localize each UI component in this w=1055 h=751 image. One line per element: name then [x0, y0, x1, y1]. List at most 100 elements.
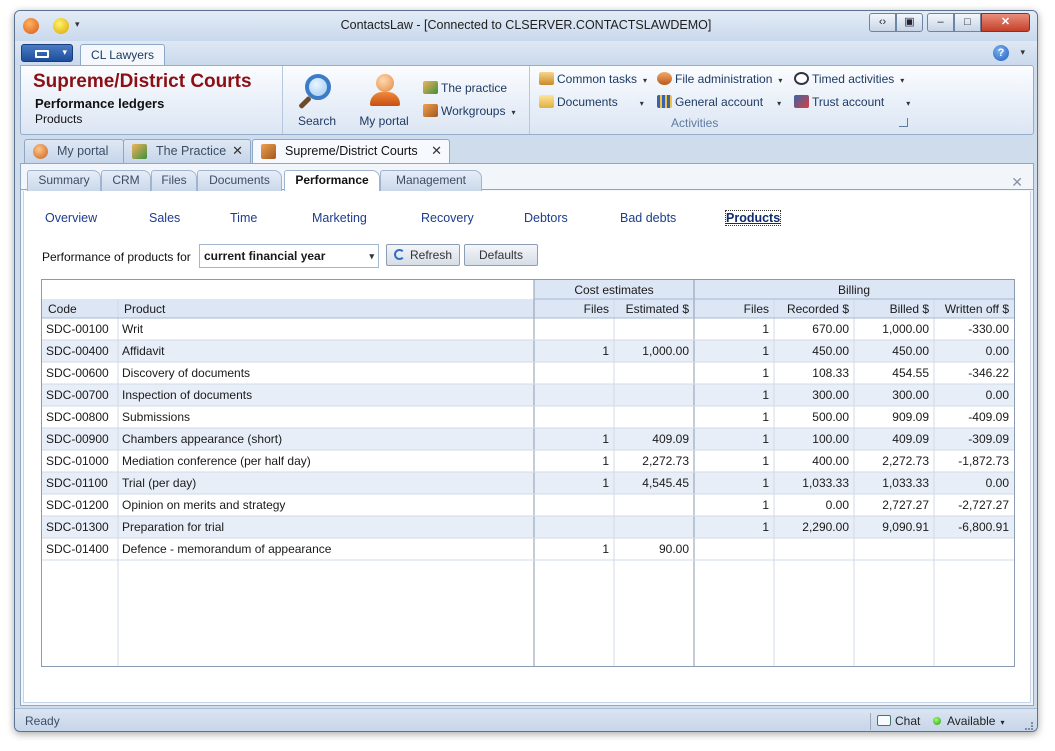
clock-icon: [794, 72, 809, 85]
table-cell: 300.00: [892, 388, 929, 402]
sub-tab-documents[interactable]: Documents: [197, 170, 282, 191]
table-cell: 1: [762, 476, 769, 490]
table-cell: Mediation conference (per half day): [122, 454, 311, 468]
nav-bad-debts[interactable]: Bad debts: [620, 211, 676, 225]
table-cell: 450.00: [812, 344, 849, 358]
doc-tab-my-portal[interactable]: My portal: [24, 139, 124, 163]
table-cell: 1: [762, 498, 769, 512]
table-cell: SDC-00100: [46, 322, 109, 336]
status-bar: Ready Chat Available ▾: [15, 708, 1037, 731]
sub-tabs: Summary CRM Files Documents Performance …: [21, 168, 1033, 192]
table-cell: SDC-01400: [46, 542, 109, 556]
table-cell: 2,272.73: [642, 454, 689, 468]
context-page: Products: [35, 112, 83, 126]
table-cell: SDC-00900: [46, 432, 109, 446]
nav-recovery[interactable]: Recovery: [421, 211, 474, 225]
availability-button[interactable]: Available ▾: [933, 714, 1005, 728]
refresh-button[interactable]: Refresh: [386, 244, 460, 266]
search-button[interactable]: Search: [289, 70, 345, 130]
group-header-billing: Billing: [838, 283, 870, 297]
dialog-launcher-icon[interactable]: [899, 118, 908, 127]
sub-tab-files[interactable]: Files: [151, 170, 197, 191]
ledger-icon: [657, 95, 672, 108]
timed-activities-button[interactable]: Timed activities ▾: [794, 69, 904, 89]
context-header: Supreme/District Courts Performance ledg…: [21, 66, 283, 134]
trust-account-button[interactable]: Trust account ▾: [794, 92, 910, 112]
restore-layout-icon[interactable]: ▣: [896, 13, 923, 32]
defaults-button[interactable]: Defaults: [464, 244, 538, 266]
table-cell: 1: [762, 344, 769, 358]
ribbon-tab-cl-lawyers[interactable]: CL Lawyers: [80, 44, 165, 66]
table-cell: 1: [762, 322, 769, 336]
documents-button[interactable]: Documents ▾: [539, 92, 644, 112]
close-icon[interactable]: ✕: [1011, 174, 1023, 191]
table-cell: 100.00: [812, 432, 849, 446]
table-cell: -309.09: [968, 432, 1009, 446]
column-header: Recorded $: [787, 302, 849, 316]
doc-tab-the-practice[interactable]: The Practice ✕: [123, 139, 251, 163]
table-cell: 4,545.45: [642, 476, 689, 490]
nav-overview[interactable]: Overview: [45, 211, 97, 225]
table-cell: SDC-01100: [46, 476, 108, 490]
table-cell: Preparation for trial: [122, 520, 224, 534]
table-cell: Inspection of documents: [122, 388, 252, 402]
application-window: ▾ ContactsLaw - [Connected to CLSERVER.C…: [14, 10, 1038, 732]
minimize-button[interactable]: –: [927, 13, 954, 32]
table-cell: 500.00: [812, 410, 849, 424]
table-cell: 90.00: [659, 542, 689, 556]
table-cell: 9,090.91: [882, 520, 929, 534]
table-cell: SDC-01300: [46, 520, 109, 534]
table-cell: SDC-00600: [46, 366, 109, 380]
table-cell: 0.00: [826, 498, 850, 512]
chat-button[interactable]: Chat: [877, 714, 920, 728]
close-tab-icon[interactable]: ✕: [431, 140, 442, 162]
close-button[interactable]: ✕: [981, 13, 1030, 32]
workgroups-button[interactable]: Workgroups ▾: [423, 101, 516, 121]
help-dropdown-icon[interactable]: ▾: [1020, 47, 1025, 58]
nav-sales[interactable]: Sales: [149, 211, 180, 225]
table-cell: 1: [602, 454, 609, 468]
table-cell: 450.00: [892, 344, 929, 358]
period-select[interactable]: current financial year ▾: [199, 244, 379, 268]
sub-tab-crm[interactable]: CRM: [101, 170, 151, 191]
table-cell: 300.00: [812, 388, 849, 402]
table-cell: 108.33: [812, 366, 849, 380]
period-value: current financial year: [204, 249, 326, 263]
help-icon[interactable]: ?: [993, 45, 1009, 61]
nav-marketing[interactable]: Marketing: [312, 211, 367, 225]
table-cell: 1: [762, 432, 769, 446]
the-practice-button[interactable]: The practice: [423, 78, 507, 98]
table-cell: 1: [762, 520, 769, 534]
table-cell: 1: [762, 454, 769, 468]
code-view-icon[interactable]: ‹›: [869, 13, 896, 32]
column-header: Files: [584, 302, 609, 316]
home-icon: [539, 72, 554, 85]
sub-tab-management[interactable]: Management: [380, 170, 482, 191]
sub-tab-summary[interactable]: Summary: [27, 170, 101, 191]
table-cell: Submissions: [122, 410, 190, 424]
maximize-button[interactable]: □: [954, 13, 981, 32]
nav-products[interactable]: Products: [724, 210, 782, 226]
table-cell: 1,033.33: [882, 476, 929, 490]
column-header: Files: [744, 302, 769, 316]
table-cell: SDC-00400: [46, 344, 109, 358]
doc-tab-supreme-district-courts[interactable]: Supreme/District Courts ✕: [252, 139, 450, 164]
table-cell: -1,872.73: [958, 454, 1009, 468]
file-administration-button[interactable]: File administration ▾: [657, 69, 782, 89]
nav-time[interactable]: Time: [230, 211, 257, 225]
table-cell: 670.00: [812, 322, 849, 336]
close-tab-icon[interactable]: ✕: [232, 140, 243, 162]
table-cell: -330.00: [968, 322, 1009, 336]
performance-content: Overview Sales Time Marketing Recovery D…: [23, 191, 1031, 703]
my-portal-button[interactable]: My portal: [353, 70, 415, 130]
table-cell: 1,000.00: [882, 322, 929, 336]
common-tasks-button[interactable]: Common tasks ▾: [539, 69, 647, 89]
table-cell: 1: [762, 388, 769, 402]
resize-grip[interactable]: [1025, 722, 1033, 730]
nav-debtors[interactable]: Debtors: [524, 211, 568, 225]
general-account-button[interactable]: General account ▾: [657, 92, 781, 112]
sub-tab-performance[interactable]: Performance: [284, 170, 380, 192]
user-icon: [376, 74, 394, 92]
application-menu-button[interactable]: ▾: [21, 44, 73, 62]
products-table: Cost estimates Billing Code Product Files Est…: [42, 280, 1014, 666]
